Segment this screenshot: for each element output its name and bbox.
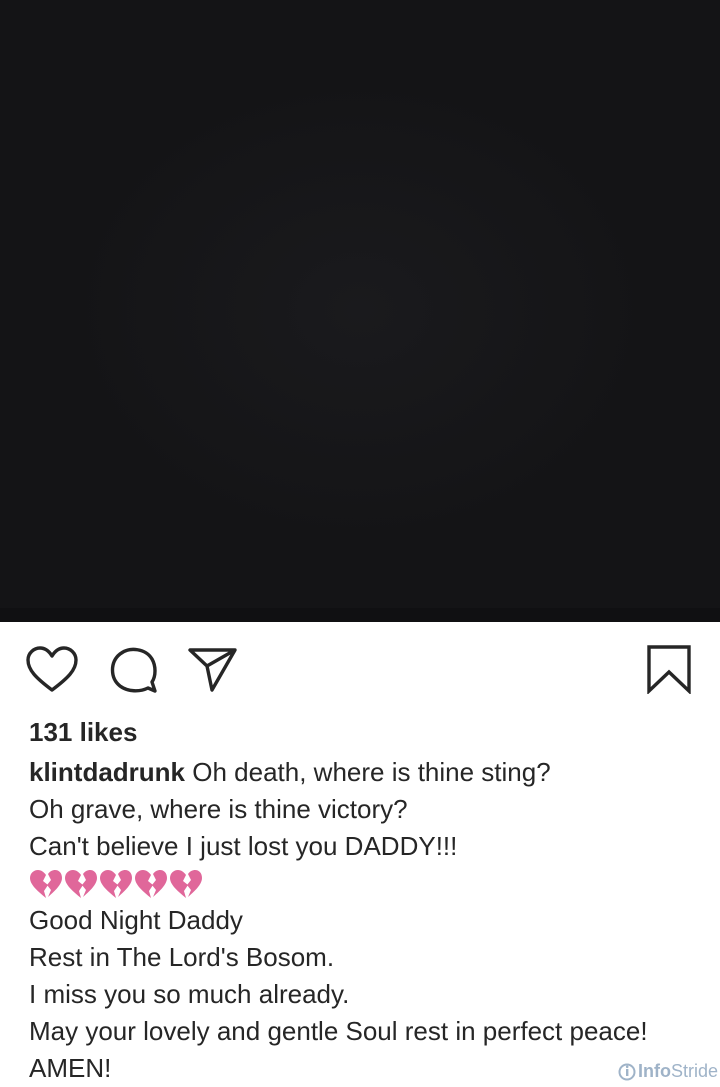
broken-heart-icon — [30, 870, 62, 898]
caption-line-1: klintdadrunk Oh death, where is thine st… — [29, 754, 709, 791]
bookmark-icon[interactable] — [646, 644, 692, 694]
watermark-text-stride: Stride — [670, 1061, 718, 1081]
comment-icon[interactable] — [108, 646, 158, 694]
post-image[interactable] — [0, 0, 720, 622]
post-action-bar — [0, 622, 720, 714]
caption-line: Rest in The Lord's Bosom. — [29, 942, 335, 972]
broken-heart-icon — [170, 870, 202, 898]
caption-text: Oh death, where is thine sting? — [192, 757, 551, 787]
broken-heart-icon — [65, 870, 97, 898]
likes-count[interactable]: 131 likes — [29, 714, 137, 750]
username[interactable]: klintdadrunk — [29, 757, 185, 787]
caption-line: Good Night Daddy — [29, 905, 243, 935]
broken-hearts-emoji-row — [29, 865, 709, 902]
caption-line: I miss you so much already. — [29, 979, 350, 1009]
caption-line: AMEN! — [29, 1053, 112, 1083]
infostride-logo-icon — [618, 1063, 636, 1080]
post-caption: klintdadrunk Oh death, where is thine st… — [29, 754, 709, 1087]
post-image-content — [60, 70, 660, 550]
watermark-text-info: Info — [637, 1061, 671, 1081]
heart-icon[interactable] — [26, 646, 78, 694]
share-icon[interactable] — [188, 646, 238, 694]
post-image-bottom-edge — [0, 608, 720, 622]
caption-line: Oh grave, where is thine victory? — [29, 794, 408, 824]
caption-line: May your lovely and gentle Soul rest in … — [29, 1016, 648, 1046]
broken-heart-icon — [100, 870, 132, 898]
broken-heart-icon — [135, 870, 167, 898]
caption-line: Can't believe I just lost you DADDY!!! — [29, 831, 458, 861]
infostride-watermark: Info Stride — [618, 1061, 718, 1082]
